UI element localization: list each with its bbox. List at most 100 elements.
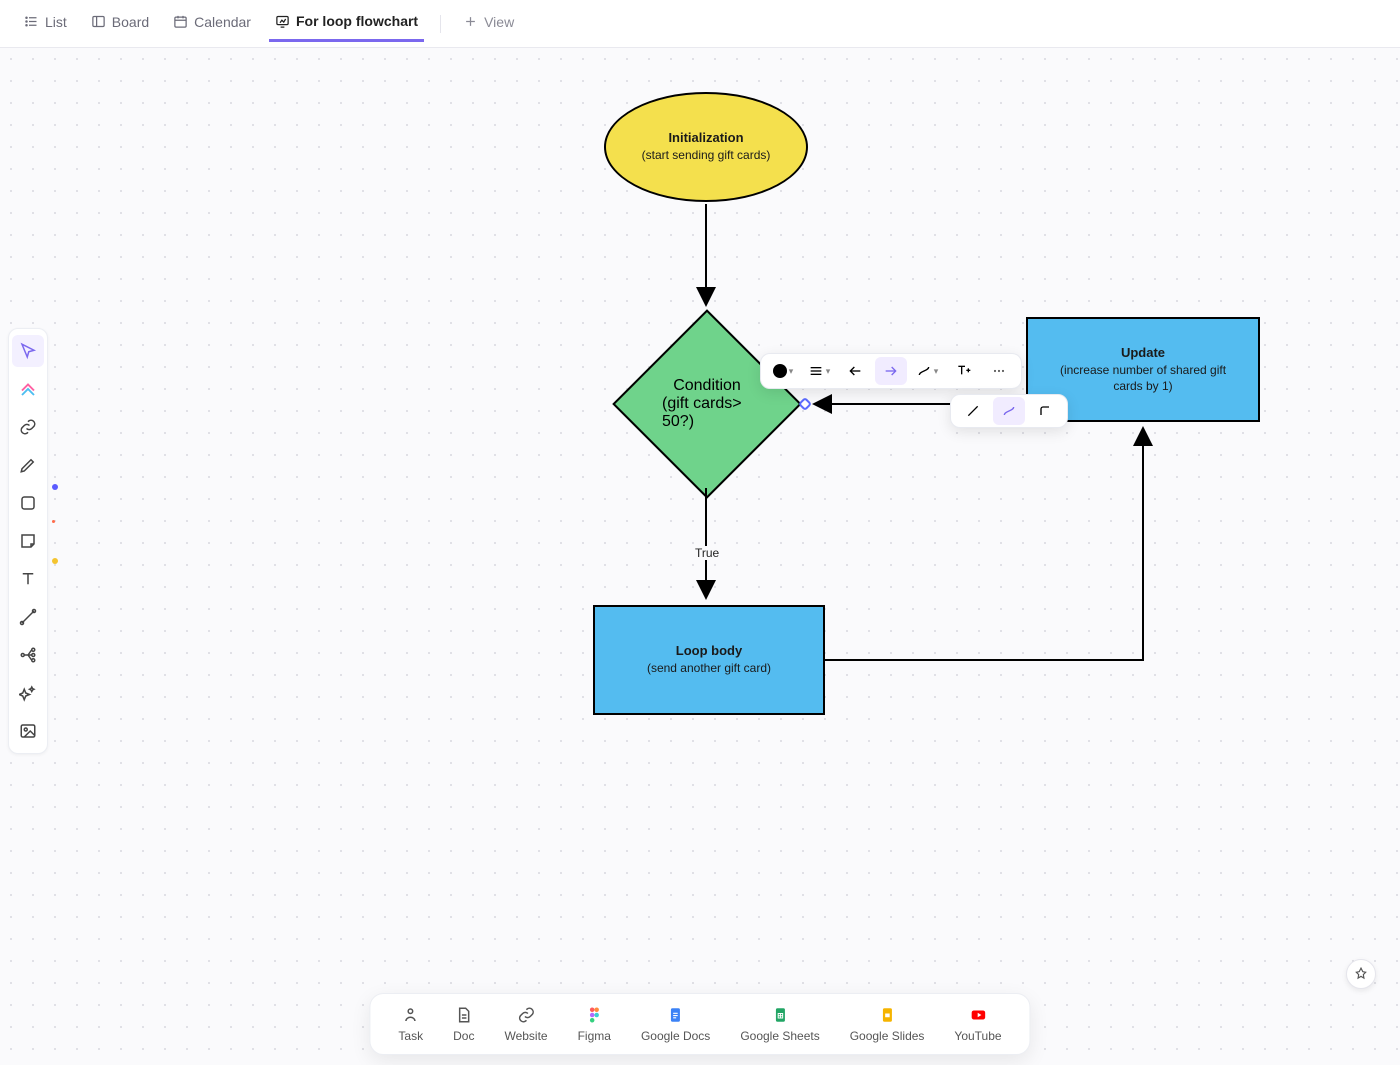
dock-website-label: Website <box>504 1029 547 1043</box>
node-loop-body[interactable]: Loop body (send another gift card) <box>593 605 825 715</box>
corner-icon <box>1037 403 1053 419</box>
edge-more-button[interactable] <box>983 357 1015 385</box>
chevron-down-icon: ▾ <box>934 366 939 377</box>
sparkle-icon <box>19 684 37 702</box>
color-dot-blue <box>52 484 58 490</box>
edge-toolbar: ▾ ▾ ▾ <box>760 353 1022 389</box>
tool-select[interactable] <box>12 335 44 367</box>
more-icon <box>991 363 1007 379</box>
dock-doc-label: Doc <box>453 1029 474 1043</box>
tool-pen[interactable] <box>12 449 44 481</box>
s-curve-icon <box>1001 403 1017 419</box>
dock-task[interactable]: Task <box>398 1005 423 1043</box>
tab-add-view[interactable]: View <box>457 8 520 40</box>
dock-figma-label: Figma <box>578 1029 611 1043</box>
node-initialization-title: Initialization <box>668 130 743 145</box>
edge-text-button[interactable] <box>947 357 979 385</box>
node-loop-sub: (send another gift card) <box>647 660 771 676</box>
line-diagonal-icon <box>965 403 981 419</box>
list-icon <box>24 14 39 29</box>
tool-image[interactable] <box>12 715 44 747</box>
tab-board-label: Board <box>112 14 149 30</box>
lines-icon <box>808 363 824 379</box>
pin-icon <box>1354 967 1368 981</box>
tool-ai[interactable] <box>12 677 44 709</box>
node-condition-sub: (gift cards> 50?) <box>662 395 752 431</box>
tab-flowchart[interactable]: For loop flowchart <box>269 7 424 42</box>
routing-straight[interactable] <box>957 397 989 425</box>
node-condition[interactable]: Condition (gift cards> 50?) <box>640 337 774 471</box>
tool-clickup[interactable] <box>12 373 44 405</box>
dock-google-docs[interactable]: Google Docs <box>641 1005 710 1043</box>
figma-icon <box>585 1006 603 1024</box>
chevron-down-icon: ▾ <box>789 366 794 377</box>
link-icon <box>517 1006 535 1024</box>
routing-elbow[interactable] <box>1029 397 1061 425</box>
tool-sticky[interactable] <box>12 525 44 557</box>
connector-icon <box>19 608 37 626</box>
dock-youtube-label: YouTube <box>954 1029 1001 1043</box>
s-curve-icon <box>916 363 932 379</box>
tool-shape[interactable] <box>12 487 44 519</box>
whiteboard-canvas[interactable]: Initialization (start sending gift cards… <box>0 48 1400 1065</box>
edge-routing-button[interactable]: ▾ <box>911 357 943 385</box>
link-icon <box>19 418 37 436</box>
chevron-down-icon: ▾ <box>826 366 831 377</box>
dock-google-slides[interactable]: Google Slides <box>850 1005 925 1043</box>
edge-arrow-end-button[interactable] <box>875 357 907 385</box>
routing-curved[interactable] <box>993 397 1025 425</box>
node-initialization-sub: (start sending gift cards) <box>642 147 771 163</box>
pin-button[interactable] <box>1346 959 1376 989</box>
tool-text[interactable] <box>12 563 44 595</box>
cursor-icon <box>19 342 37 360</box>
text-add-icon <box>955 363 971 379</box>
arrow-right-icon <box>883 363 899 379</box>
task-icon <box>402 1006 420 1024</box>
node-update-sub: (increase number of shared gift cards by… <box>1058 362 1228 394</box>
tab-list-label: List <box>45 14 67 30</box>
node-initialization[interactable]: Initialization (start sending gift cards… <box>604 92 808 202</box>
bottom-dock: Task Doc Website Figma Google Docs Googl… <box>369 993 1030 1055</box>
dock-doc[interactable]: Doc <box>453 1005 474 1043</box>
plus-icon <box>463 14 478 29</box>
google-docs-icon <box>667 1006 685 1024</box>
edge-stroke-button[interactable]: ▾ <box>803 357 835 385</box>
tool-mindmap[interactable] <box>12 639 44 671</box>
edge-arrow-start-button[interactable] <box>839 357 871 385</box>
tab-calendar-label: Calendar <box>194 14 251 30</box>
tab-add-view-label: View <box>484 14 514 30</box>
pen-icon <box>19 456 37 474</box>
dock-figma[interactable]: Figma <box>578 1005 611 1043</box>
left-toolbar <box>8 328 48 754</box>
dock-google-sheets[interactable]: Google Sheets <box>740 1005 819 1043</box>
tool-connector[interactable] <box>12 601 44 633</box>
edge-routing-popover <box>950 394 1068 428</box>
google-sheets-icon <box>771 1006 789 1024</box>
dock-google-slides-label: Google Slides <box>850 1029 925 1043</box>
color-dot-yellow <box>52 558 58 564</box>
sticky-icon <box>19 532 37 550</box>
tool-link[interactable] <box>12 411 44 443</box>
view-tabs: List Board Calendar For loop flowchart V… <box>0 0 1400 48</box>
youtube-icon <box>969 1006 987 1024</box>
dock-website[interactable]: Website <box>504 1005 547 1043</box>
tab-calendar[interactable]: Calendar <box>167 8 257 40</box>
dock-youtube[interactable]: YouTube <box>954 1005 1001 1043</box>
board-icon <box>91 14 106 29</box>
color-dot-orange <box>52 520 55 523</box>
tab-board[interactable]: Board <box>85 8 155 40</box>
tab-list[interactable]: List <box>18 8 73 40</box>
text-icon <box>19 570 37 588</box>
node-condition-title: Condition <box>673 377 741 395</box>
node-loop-title: Loop body <box>676 643 742 658</box>
dock-google-docs-label: Google Docs <box>641 1029 710 1043</box>
edge-label-true[interactable]: True <box>691 546 723 560</box>
home-icon <box>19 380 37 398</box>
connection-handle[interactable] <box>798 397 812 411</box>
edge-color-button[interactable]: ▾ <box>767 357 799 385</box>
tab-separator <box>440 15 441 33</box>
google-slides-icon <box>878 1006 896 1024</box>
dock-google-sheets-label: Google Sheets <box>740 1029 819 1043</box>
mindmap-icon <box>19 646 37 664</box>
whiteboard-icon <box>275 14 290 29</box>
